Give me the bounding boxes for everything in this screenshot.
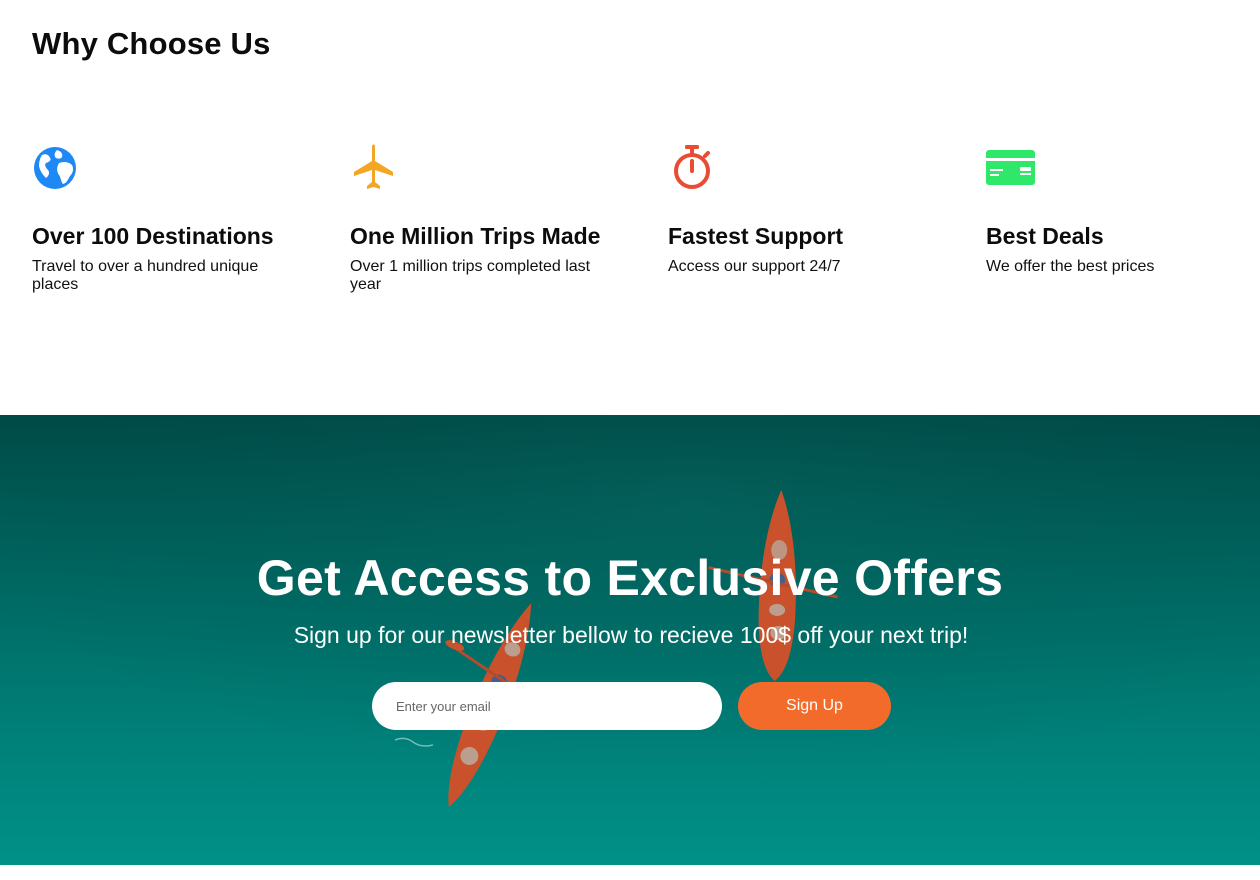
feature-description: Access our support 24/7 bbox=[668, 258, 841, 275]
stopwatch-icon bbox=[674, 145, 710, 189]
feature-destinations: Over 100 Destinations Travel to over a h… bbox=[32, 142, 292, 294]
feature-description: Over 1 million trips completed last year bbox=[350, 258, 591, 293]
page-bottom-spacer bbox=[0, 865, 1260, 880]
feature-deals: Best Deals We offer the best prices bbox=[986, 142, 1246, 276]
feature-trips: One Million Trips Made Over 1 million tr… bbox=[350, 142, 610, 294]
section-title: Why Choose Us bbox=[32, 26, 271, 61]
feature-title: One Million Trips Made bbox=[350, 223, 601, 249]
feature-title: Best Deals bbox=[986, 223, 1104, 249]
email-input[interactable] bbox=[372, 682, 722, 730]
newsletter-form: Sign Up bbox=[372, 682, 892, 730]
feature-description: Travel to over a hundred unique places bbox=[32, 258, 259, 293]
newsletter-subtitle: Sign up for our newsletter bellow to rec… bbox=[293, 622, 969, 648]
newsletter-section: Get Access to Exclusive Offers Sign up f… bbox=[0, 415, 1260, 865]
feature-title: Fastest Support bbox=[668, 223, 844, 249]
sign-up-button[interactable]: Sign Up bbox=[738, 682, 891, 730]
why-choose-us-section: Why Choose Us Over 100 Destinations Trav… bbox=[0, 0, 1260, 415]
credit-card-icon bbox=[986, 150, 1035, 185]
feature-support: Fastest Support Access our support 24/7 bbox=[668, 142, 928, 276]
newsletter-title: Get Access to Exclusive Offers bbox=[256, 550, 1004, 606]
globe-icon bbox=[34, 147, 76, 189]
feature-description: We offer the best prices bbox=[986, 258, 1155, 275]
airplane-icon bbox=[354, 144, 393, 189]
feature-title: Over 100 Destinations bbox=[32, 223, 274, 249]
